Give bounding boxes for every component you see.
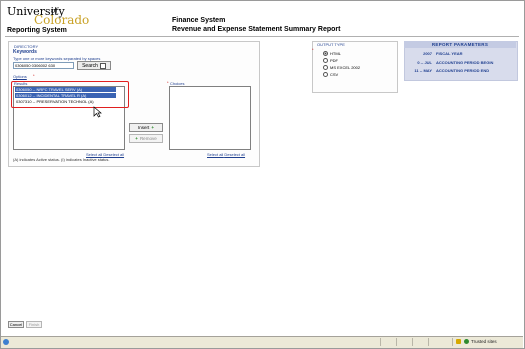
binoculars-icon <box>99 62 106 69</box>
plus-icon: + <box>135 136 138 141</box>
parameter-value: 11 -- MAY <box>414 68 432 73</box>
output-option-html[interactable]: HTML <box>323 51 341 56</box>
report-parameters-title: REPORT PARAMETERS <box>404 41 516 48</box>
parameter-row: 0 -- JUL ACCOUNTING PERIOD BEGIN <box>408 60 493 65</box>
status-divider <box>428 338 429 346</box>
header-divider <box>5 36 519 37</box>
remove-button[interactable]: + Remove <box>129 134 163 143</box>
choices-select-all-link[interactable]: Select all <box>207 152 223 157</box>
choices-select-links: Select all Deselect all <box>207 152 245 157</box>
parameter-row: 2007 FISCAL YEAR <box>408 51 463 56</box>
choices-deselect-all-link[interactable]: Deselect all <box>224 152 245 157</box>
lock-icon <box>456 339 461 344</box>
insert-button-label: Insert <box>138 125 150 130</box>
status-divider <box>396 338 397 346</box>
output-option-pdf[interactable]: PDF <box>323 58 338 63</box>
keywords-input[interactable]: 0306050 0306002 630 <box>13 62 74 69</box>
output-option-excel[interactable]: MS EXCEL 2002 <box>323 65 360 70</box>
choices-listbox[interactable] <box>169 86 251 150</box>
search-button[interactable]: Search <box>77 61 111 70</box>
university-logo: University of Colorado <box>7 5 90 27</box>
parameter-label: FISCAL YEAR <box>436 51 463 56</box>
report-title: Revenue and Expense Statement Summary Re… <box>172 26 341 33</box>
search-button-label: Search <box>82 62 98 69</box>
output-option-csv[interactable]: CSV <box>323 72 338 77</box>
output-option-label: HTML <box>330 51 341 56</box>
options-link[interactable]: Options <box>13 74 27 79</box>
mouse-cursor-icon <box>93 106 102 118</box>
radio-icon[interactable] <box>323 72 328 77</box>
browser-status-bar <box>1 336 523 348</box>
output-type-label: OUTPUT TYPE <box>317 42 345 47</box>
radio-icon[interactable] <box>323 58 328 63</box>
browser-page-icon <box>3 339 9 345</box>
system-name: Reporting System <box>7 27 67 34</box>
plus-icon: + <box>151 125 154 130</box>
radio-selected-icon[interactable] <box>323 51 328 56</box>
output-option-label: PDF <box>330 58 338 63</box>
choices-required-marker: * <box>167 80 169 85</box>
options-required-marker: * <box>33 73 35 78</box>
keywords-label: Keywords <box>13 49 37 55</box>
status-divider <box>380 338 381 346</box>
output-option-label: MS EXCEL 2002 <box>330 65 361 70</box>
app-title: Finance System <box>172 17 226 24</box>
remove-button-label: Remove <box>139 136 157 141</box>
trusted-sites-icon <box>464 339 469 344</box>
highlight-annotation <box>11 81 129 108</box>
finish-button[interactable]: Finish <box>26 321 42 328</box>
output-option-label: CSV <box>330 72 339 77</box>
logo-sub-text: Colorado <box>34 13 90 27</box>
cancel-button[interactable]: Cancel <box>8 321 24 328</box>
status-divider <box>452 338 453 346</box>
output-required-marker: * <box>312 47 314 52</box>
security-zone-label: Trusted sites <box>471 339 497 344</box>
radio-icon[interactable] <box>323 65 328 70</box>
status-footnote: (A) indicates Active status. (I) indicat… <box>13 157 110 162</box>
parameter-value: 2007 <box>423 51 432 56</box>
status-divider <box>412 338 413 346</box>
parameter-value: 0 -- JUL <box>417 60 432 65</box>
parameter-label: ACCOUNTING PERIOD END <box>436 68 490 73</box>
insert-button[interactable]: Insert + <box>129 123 163 132</box>
parameter-label: ACCOUNTING PERIOD BEGIN <box>436 60 494 65</box>
parameter-row: 11 -- MAY ACCOUNTING PERIOD END <box>408 68 489 73</box>
